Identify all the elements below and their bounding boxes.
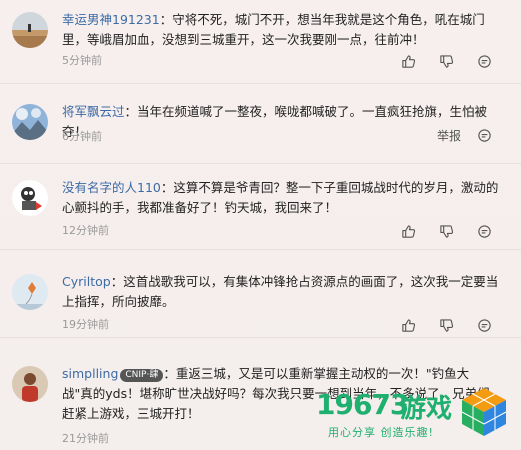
comment-item: Cyriltop：这首战歌我可以，有集体冲锋抢占资源点的画面了，这次我一定要当上… <box>0 250 521 338</box>
dislike-button[interactable] <box>427 316 465 334</box>
watermark-slogan: 用心分享 创造乐趣! <box>328 426 434 439</box>
comment-actions <box>389 52 503 70</box>
desert-landscape-avatar-icon <box>12 12 48 48</box>
thumbs-up-icon <box>401 224 415 238</box>
reply-button[interactable] <box>465 126 503 144</box>
reply-button[interactable] <box>465 222 503 240</box>
site-watermark-logo: 19673 游戏 用心分享 创造乐趣! <box>306 380 520 450</box>
user-avatar[interactable] <box>12 104 48 140</box>
user-avatar[interactable] <box>12 12 48 48</box>
username[interactable]: 没有名字的人110 <box>62 180 161 195</box>
thumbs-down-icon <box>439 318 453 332</box>
comment-time: 12分钟前 <box>62 224 109 237</box>
username[interactable]: 幸运男神191231 <box>62 12 160 27</box>
comment-actions <box>389 316 503 334</box>
dislike-button[interactable] <box>427 52 465 70</box>
dislike-button[interactable] <box>427 222 465 240</box>
reply-bubble-icon <box>477 224 491 238</box>
watermark-number: 19673 <box>316 388 409 421</box>
reply-button[interactable] <box>465 316 503 334</box>
watermark-word: 游戏 <box>400 394 453 424</box>
comment-item: 幸运男神191231：守将不死，城门不开，想当年我就是这个角色，吼在城门里，等峨… <box>0 0 521 84</box>
username[interactable]: Cyriltop <box>62 274 111 289</box>
cartoon-character-avatar-icon <box>12 180 48 216</box>
comment-item: 没有名字的人110：这算不算是爷青回？整一下子重回城战时代的岁月，激动的心颤抖的… <box>0 164 521 250</box>
comment-content: Cyriltop：这首战歌我可以，有集体冲锋抢占资源点的画面了，这次我一定要当上… <box>62 274 499 309</box>
person-photo-avatar-icon <box>12 366 48 402</box>
thumbs-down-icon <box>439 224 453 238</box>
reply-bubble-icon <box>477 128 491 142</box>
comment-item: 将军飘云过：当年在频道喊了一整夜，喉咙都喊破了。一直疯狂抢旗，生怕被夺！ 6分钟… <box>0 84 521 164</box>
reply-bubble-icon <box>477 318 491 332</box>
thumbs-down-icon <box>439 54 453 68</box>
comment-time: 5分钟前 <box>62 54 102 67</box>
reply-bubble-icon <box>477 54 491 68</box>
mountain-sky-avatar-icon <box>12 104 48 140</box>
comment-content: 将军飘云过：当年在频道喊了一整夜，喉咙都喊破了。一直疯狂抢旗，生怕被夺！ <box>62 104 488 139</box>
comment-actions <box>389 222 503 240</box>
user-avatar[interactable] <box>12 274 48 310</box>
thumbs-up-icon <box>401 318 415 332</box>
like-button[interactable] <box>389 222 427 240</box>
kite-sky-avatar-icon <box>12 274 48 310</box>
reply-button[interactable] <box>465 52 503 70</box>
comment-time: 19分钟前 <box>62 318 109 331</box>
comment-content: 幸运男神191231：守将不死，城门不开，想当年我就是这个角色，吼在城门里，等峨… <box>62 12 485 47</box>
comment-actions: 举报 <box>437 126 503 144</box>
user-avatar[interactable] <box>12 180 48 216</box>
user-avatar[interactable] <box>12 366 48 402</box>
comment-time: 21分钟前 <box>62 432 109 445</box>
user-level-badge: CNIP·肆 <box>120 369 164 382</box>
comment-time: 6分钟前 <box>62 130 102 143</box>
comment-text: 这首战歌我可以，有集体冲锋抢占资源点的画面了，这次我一定要当上指挥，所向披靡。 <box>62 274 499 309</box>
comment-content: 没有名字的人110：这算不算是爷青回？整一下子重回城战时代的岁月，激动的心颤抖的… <box>62 180 499 215</box>
username[interactable]: simplling <box>62 366 118 381</box>
like-button[interactable] <box>389 52 427 70</box>
thumbs-up-icon <box>401 54 415 68</box>
like-button[interactable] <box>389 316 427 334</box>
cube-logo-icon <box>461 388 507 436</box>
report-link[interactable]: 举报 <box>437 127 461 144</box>
username[interactable]: 将军飘云过 <box>62 104 125 119</box>
